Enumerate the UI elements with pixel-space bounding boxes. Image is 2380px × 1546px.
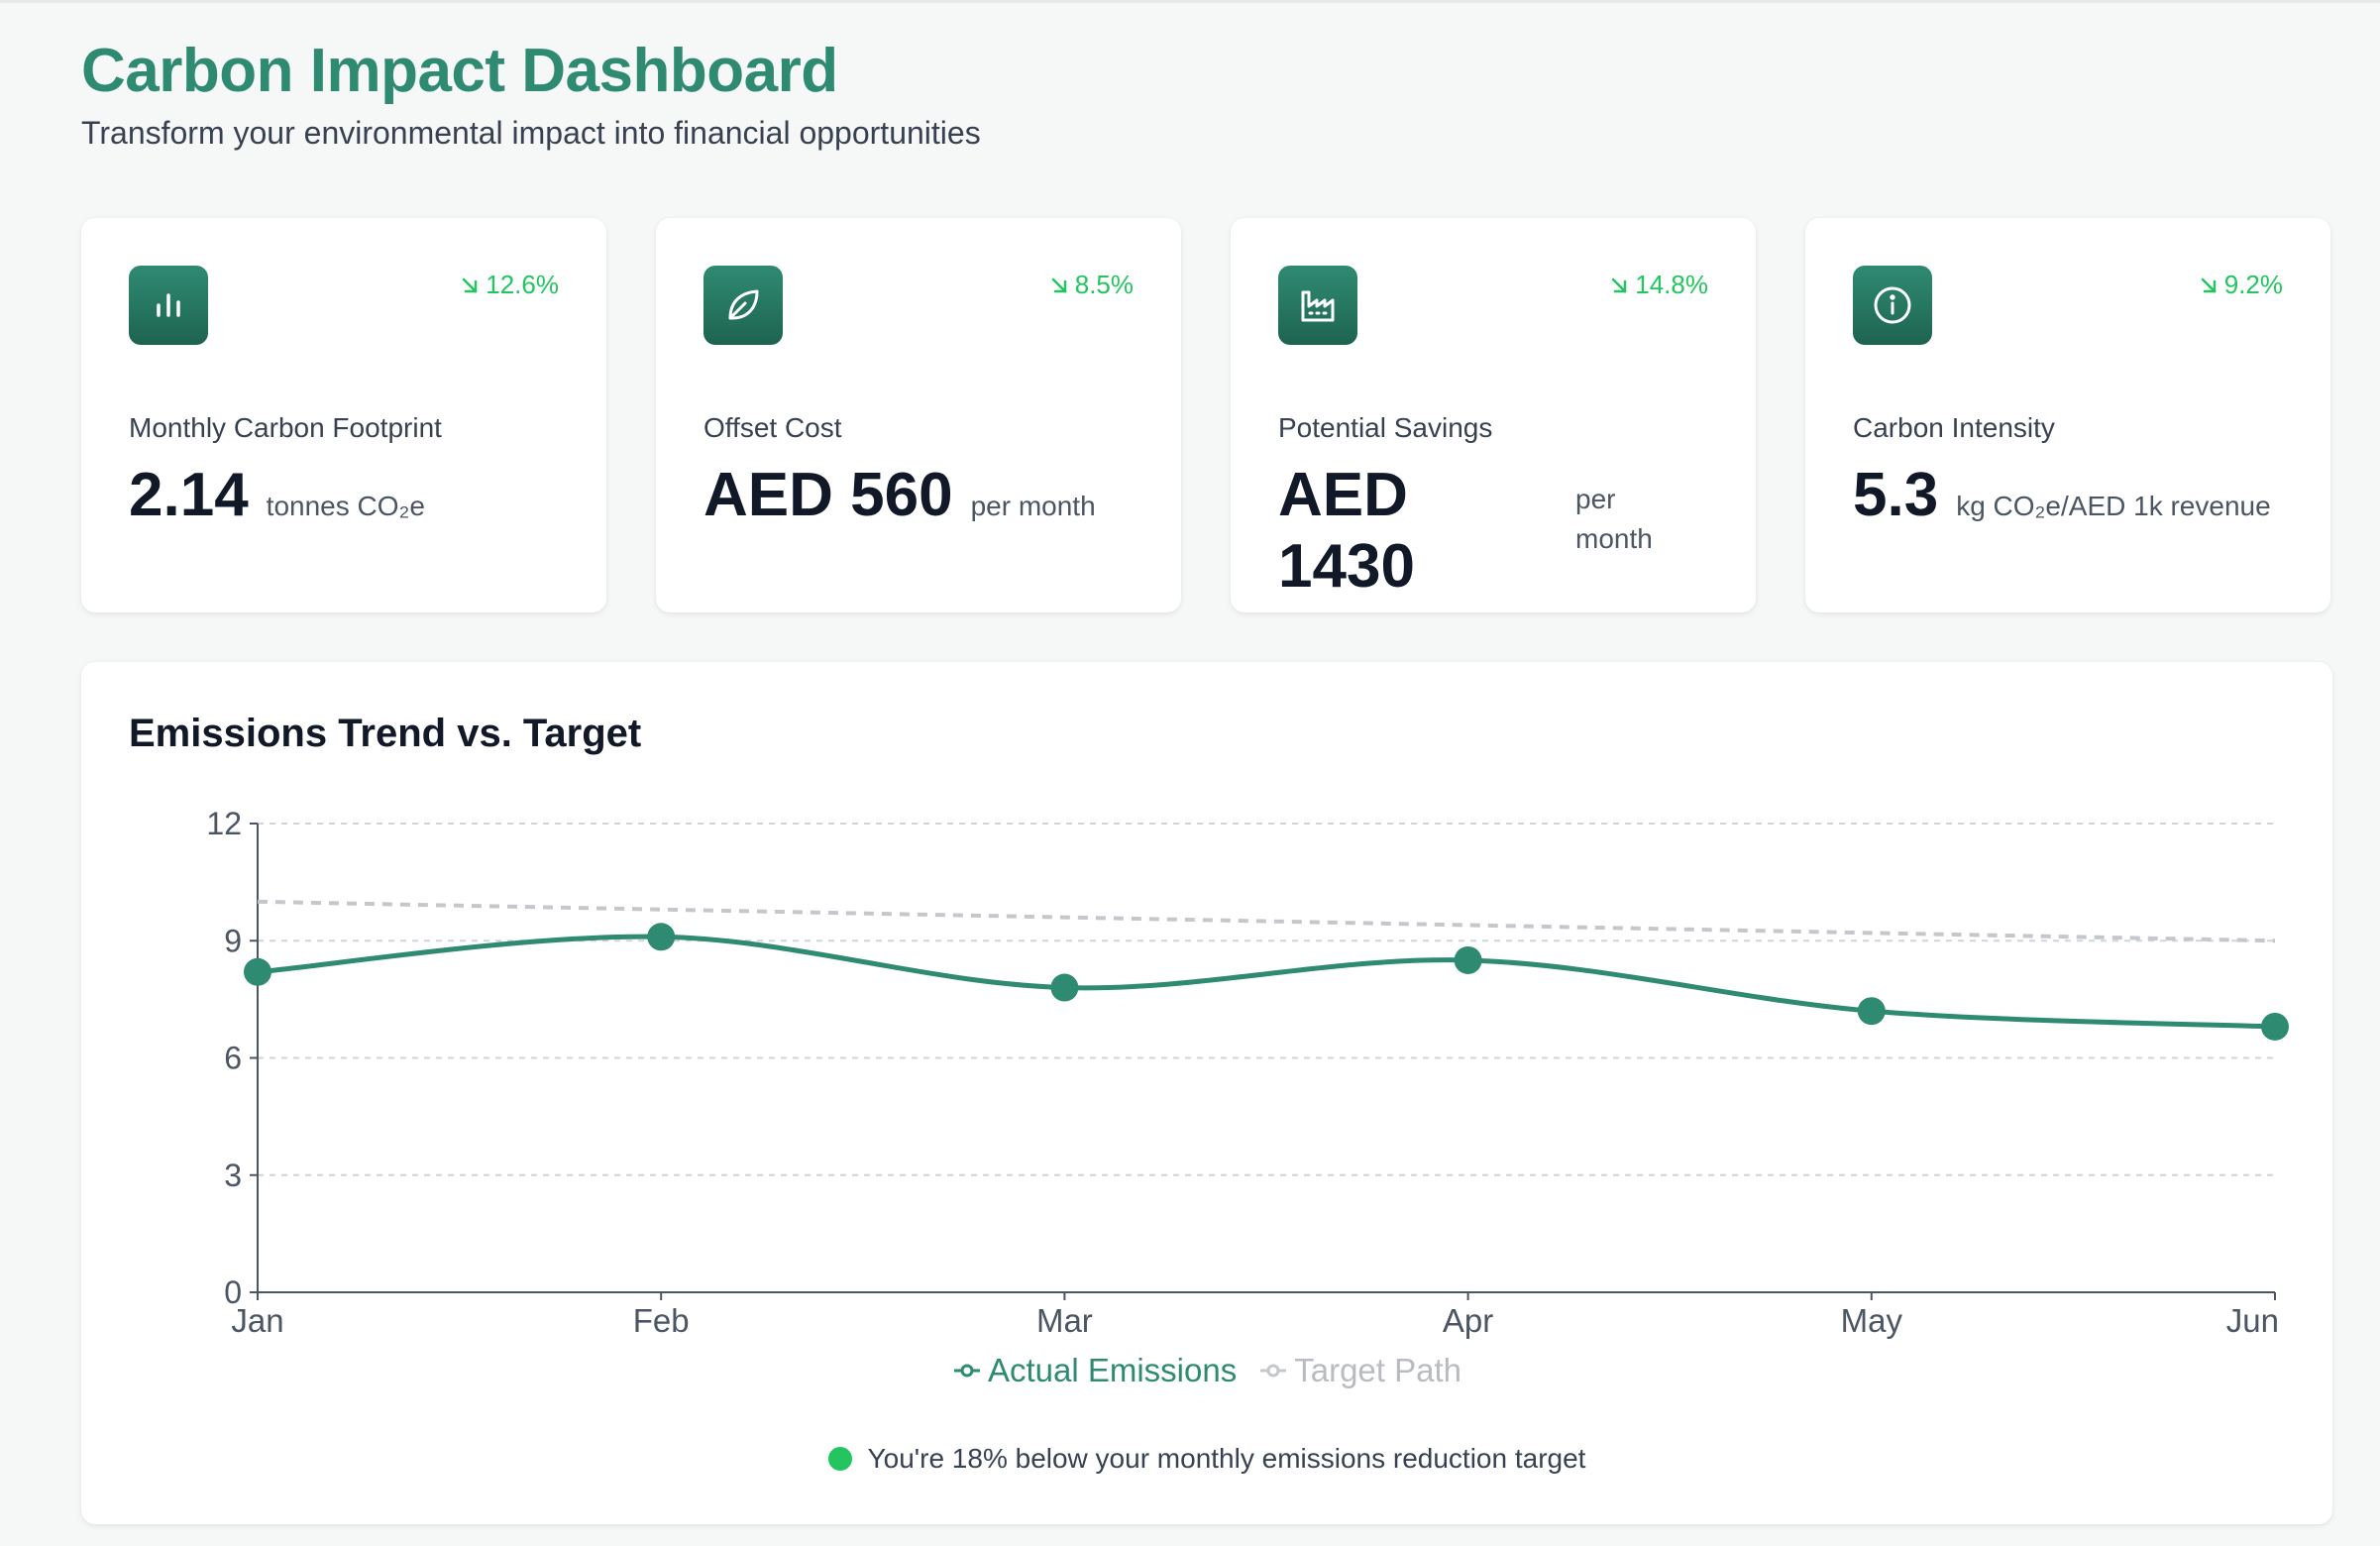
card-label: Offset Cost [703,412,842,443]
change-value: 9.2% [2223,270,2283,299]
legend-item-actual[interactable]: Actual Emissions [952,1352,1237,1389]
card-label: Monthly Carbon Footprint [129,412,442,443]
actual-emissions-line [257,934,2276,1030]
card-label: Potential Savings [1278,412,1493,443]
legend-line-icon [1260,1364,1287,1378]
chart-legend: Actual Emissions Target Path [81,1352,2332,1389]
x-tick-label: Apr [1443,1302,1493,1339]
arrow-down-right-icon [2201,277,2216,292]
actual-emissions-point[interactable] [244,957,271,986]
actual-emissions-point[interactable] [1050,973,1079,1002]
card-carbon-footprint: 12.6% Monthly Carbon Footprint 2.14 tonn… [81,218,606,612]
y-tick-label: 12 [206,806,242,841]
status-text: You're 18% below your monthly emissions … [867,1443,1586,1474]
card-value-line2: 1430 [1278,532,1415,601]
card-value: 5.3 [1853,461,1939,529]
card-value: AED 1430 [1278,460,1575,603]
x-tick-label: Jan [231,1302,283,1339]
info-icon [1853,266,1932,345]
target-path-line [257,899,2276,943]
value-row: 5.3 kg CO₂e/AED 1k revenue [1853,460,2271,531]
status-message: You're 18% below your monthly emissions … [81,1443,2332,1475]
page-title: Carbon Impact Dashboard [81,37,838,105]
legend-line-icon [953,1364,980,1378]
x-tick-label: Feb [633,1302,690,1339]
change-indicator: 12.6% [460,270,559,300]
card-value: 2.14 [129,461,249,529]
top-border [0,0,2380,3]
card-unit: per month [1575,480,1653,559]
change-indicator: 9.2% [2199,270,2283,300]
value-row: AED 560 per month [703,460,1096,531]
card-offset-cost: 8.5% Offset Cost AED 560 per month [656,218,1181,612]
factory-icon [1278,266,1357,345]
card-unit: kg CO₂e/AED 1k revenue [1956,491,2271,521]
x-tick-label: Jun [2226,1302,2279,1339]
emissions-line-chart: 036912Jan Feb Mar Apr May Jun [206,806,2289,1339]
leaf-icon [703,266,783,345]
card-unit-line2: month [1575,523,1653,554]
y-tick-label: 9 [224,923,242,958]
metric-cards: 12.6% Monthly Carbon Footprint 2.14 tonn… [81,218,2332,612]
y-tick-label: 6 [224,1041,242,1076]
change-value: 12.6% [486,270,559,299]
actual-emissions-point[interactable] [647,923,676,951]
emissions-chart-panel: Emissions Trend vs. Target 0 3 6 9 12 Jan Feb M… [81,662,2332,1524]
y-tick-label: 3 [224,1158,242,1193]
x-tick-label: May [1841,1302,1903,1339]
card-carbon-intensity: 9.2% Carbon Intensity 5.3 kg CO₂e/AED 1k… [1805,218,2330,612]
status-dot [827,1447,852,1471]
change-value: 14.8% [1635,270,1708,299]
bar-chart-icon [129,266,208,345]
card-unit: tonnes CO₂e [266,491,425,521]
change-indicator: 8.5% [1049,270,1134,300]
legend-label: Target Path [1294,1352,1462,1388]
dashboard: Carbon Impact Dashboard Transform your e… [81,36,2332,1524]
legend-item-target[interactable]: Target Path [1258,1352,1461,1389]
card-value-line1: AED [1278,461,1408,529]
card-unit-line1: per [1575,484,1616,514]
value-row: AED 1430 per month [1278,460,1653,603]
arrow-down-right-icon [1612,277,1627,292]
actual-emissions-point[interactable] [1454,945,1482,974]
change-indicator: 14.8% [1609,270,1708,300]
actual-emissions-point[interactable] [1857,997,1886,1026]
card-value: AED 560 [703,461,953,529]
card-potential-savings: 14.8% Potential Savings AED 1430 per mon… [1231,218,1756,612]
value-row: 2.14 tonnes CO₂e [129,460,425,531]
actual-emissions-point[interactable] [2261,1012,2289,1041]
legend-label: Actual Emissions [987,1352,1238,1388]
change-value: 8.5% [1074,270,1134,299]
x-tick-label: Mar [1036,1302,1093,1339]
page-subtitle: Transform your environmental impact into… [81,115,981,151]
card-label: Carbon Intensity [1853,412,2055,443]
arrow-down-right-icon [1051,277,1066,292]
arrow-down-right-icon [463,277,478,292]
card-unit: per month [970,491,1096,521]
